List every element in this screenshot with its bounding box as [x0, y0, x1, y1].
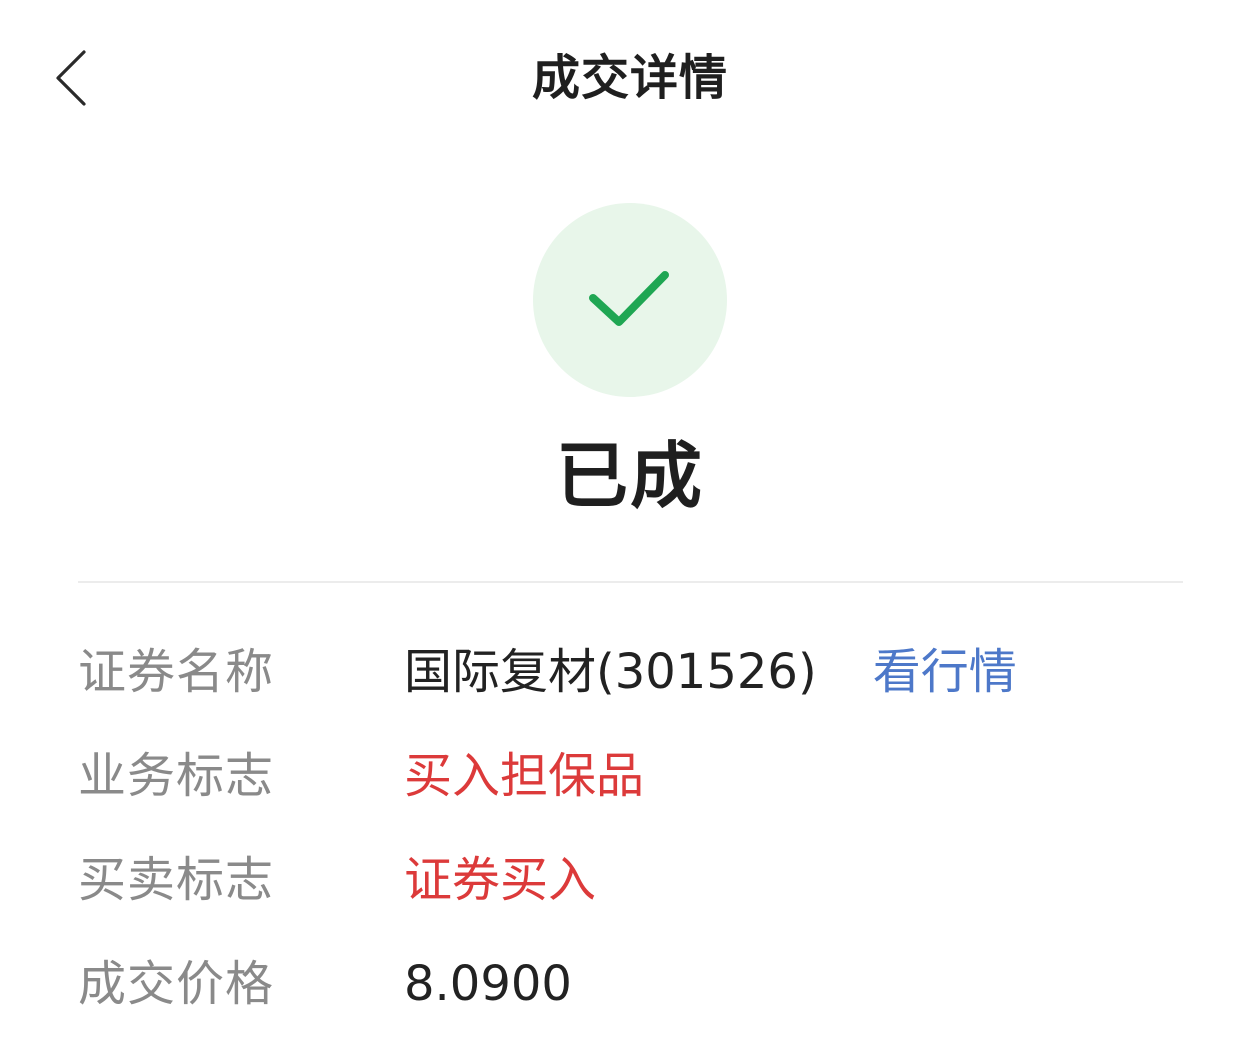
price-value: 8.0900 [404, 956, 572, 1012]
detail-row-price: 成交价格 8.0900 [78, 932, 1183, 1036]
trade-flag-value: 证券买入 [404, 852, 597, 908]
view-quote-link[interactable]: 看行情 [873, 620, 1017, 724]
checkmark-icon [589, 271, 669, 326]
detail-row-business-flag: 业务标志 买入担保品 [78, 724, 1183, 828]
trade-flag-label: 买卖标志 [78, 852, 275, 908]
security-name-label: 证券名称 [78, 644, 275, 700]
divider [78, 581, 1183, 583]
details-list: 证券名称 国际复材(301526) 看行情 业务标志 买入担保品 买卖标志 证券… [78, 620, 1183, 1036]
price-label: 成交价格 [78, 956, 275, 1012]
status-text: 已成 [555, 434, 704, 518]
page-title: 成交详情 [531, 50, 728, 106]
security-name-value: 国际复材(301526) [404, 644, 817, 700]
status-success-badge [533, 203, 727, 397]
detail-row-trade-flag: 买卖标志 证券买入 [78, 828, 1183, 932]
detail-row-security: 证券名称 国际复材(301526) 看行情 [78, 620, 1183, 724]
business-flag-value: 买入担保品 [404, 748, 645, 804]
business-flag-label: 业务标志 [78, 748, 275, 804]
top-bar: 成交详情 [0, 0, 1260, 160]
